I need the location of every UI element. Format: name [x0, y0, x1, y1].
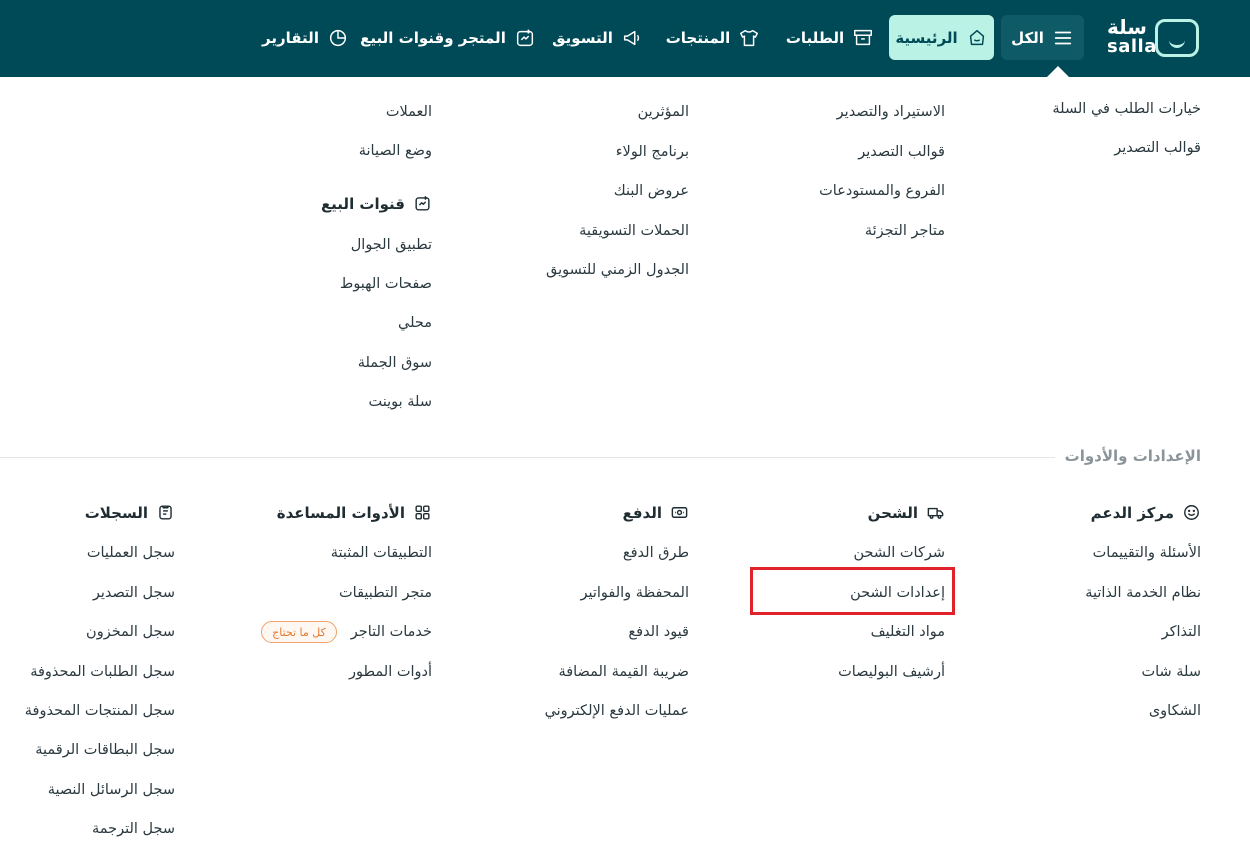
nav-all-button[interactable]: الكل	[1001, 15, 1084, 60]
menu-link-import-export[interactable]: الاستيراد والتصدير	[837, 102, 945, 122]
menu-link-questions-reviews[interactable]: الأسئلة والتقييمات	[1093, 543, 1201, 563]
menu-link-deleted-orders-log[interactable]: سجل الطلبات المحذوفة	[30, 662, 175, 682]
logo-mark-icon	[1155, 19, 1199, 57]
menu-link-operations-log[interactable]: سجل العمليات	[87, 543, 175, 563]
nav-home-button[interactable]: الرئيسية	[889, 15, 994, 60]
heading-sales-channels-label: قنوات البيع	[320, 194, 405, 213]
pie-chart-icon	[329, 29, 347, 46]
merchant-services-badge: كل ما تحتاج	[261, 621, 337, 643]
menu-link-tickets[interactable]: التذاكر	[1162, 622, 1201, 642]
heading-support-center-label: مركز الدعم	[1090, 503, 1174, 522]
menu-link-complaints[interactable]: الشكاوى	[1149, 701, 1201, 721]
home-icon	[969, 29, 984, 45]
store-icon	[516, 28, 533, 46]
heading-payment: الدفع	[622, 503, 689, 522]
menu-link-bank-offers[interactable]: عروض البنك	[614, 181, 689, 201]
highlight-box-shipping-settings	[750, 567, 955, 615]
menu-link-wallet-invoices[interactable]: المحفظة والفواتير	[580, 583, 689, 603]
heading-helper-tools-label: الأدوات المساعدة	[276, 503, 405, 522]
heading-support-center: مركز الدعم	[1091, 503, 1201, 522]
truck-icon	[927, 507, 944, 519]
nav-products-label: المنتجات	[665, 28, 731, 47]
menu-link-landing-pages[interactable]: صفحات الهبوط	[340, 274, 432, 294]
menu-link-sms-log[interactable]: سجل الرسائل النصية	[48, 780, 175, 800]
heading-sales-channels: قنوات البيع	[321, 194, 432, 213]
menu-pointer	[1047, 66, 1069, 77]
tshirt-icon	[740, 29, 759, 46]
menu-link-vat[interactable]: ضريبة القيمة المضافة	[558, 662, 689, 682]
nav-store-label: المتجر وقنوات البيع	[360, 28, 506, 47]
menu-link-payment-restrictions[interactable]: قيود الدفع	[628, 622, 689, 642]
cash-icon	[671, 507, 688, 518]
menu-link-translation-log[interactable]: سجل الترجمة	[92, 819, 175, 839]
menu-link-developer-tools[interactable]: أدوات المطور	[349, 662, 432, 682]
menu-link-salla-point[interactable]: سلة بوينت	[368, 392, 432, 412]
grid-icon	[415, 505, 430, 520]
menu-link-shipping-companies[interactable]: شركات الشحن	[853, 543, 945, 563]
heading-logs-label: السجلات	[84, 503, 148, 522]
menu-link-waybill-archive[interactable]: أرشيف البوليصات	[838, 662, 945, 682]
menu-link-maintenance-mode[interactable]: وضع الصيانة	[359, 141, 432, 161]
logo-text-en: salla	[1107, 36, 1157, 57]
nav-reports-label: التقارير	[262, 28, 319, 47]
menu-link-branches-warehouses[interactable]: الفروع والمستودعات	[819, 181, 945, 201]
menu-link-installed-apps[interactable]: التطبيقات المثبتة	[331, 543, 432, 563]
menu-link-marketing-schedule[interactable]: الجدول الزمني للتسويق	[546, 260, 689, 280]
section-divider	[0, 457, 1055, 458]
menu-link-payment-methods[interactable]: طرق الدفع	[623, 543, 689, 563]
heading-shipping-label: الشحن	[867, 503, 918, 522]
smiley-icon	[1184, 505, 1199, 520]
menu-link-merchant-services[interactable]: خدمات التاجر	[351, 622, 432, 642]
logo-text-ar: سلة	[1107, 15, 1147, 39]
menu-link-e-payment-operations[interactable]: عمليات الدفع الإلكتروني	[545, 701, 689, 721]
menu-link-inventory-log[interactable]: سجل المخزون	[86, 622, 175, 642]
menu-link-currencies[interactable]: العملات	[386, 102, 432, 122]
menu-link-export-templates[interactable]: قوالب التصدير	[1114, 138, 1201, 158]
menu-link-retail-stores[interactable]: متاجر التجزئة	[865, 221, 945, 241]
heading-logs: السجلات	[85, 503, 175, 522]
nav-orders-label: الطلبات	[785, 28, 845, 47]
menu-link-export-log[interactable]: سجل التصدير	[93, 583, 175, 603]
menu-link-wholesale-market[interactable]: سوق الجملة	[358, 353, 432, 373]
heading-payment-label: الدفع	[622, 503, 662, 522]
menu-link-packaging-materials[interactable]: مواد التغليف	[871, 622, 945, 642]
nav-all-label: الكل	[1011, 28, 1044, 47]
nav-orders-button[interactable]: الطلبات	[780, 15, 880, 60]
menu-link-mahally[interactable]: محلي	[398, 313, 432, 333]
clipboard-icon	[159, 505, 172, 520]
menu-link-digital-cards-log[interactable]: سجل البطاقات الرقمية	[35, 740, 175, 760]
megaphone-icon	[623, 30, 640, 45]
box-icon	[854, 29, 873, 45]
menu-link-campaigns[interactable]: الحملات التسويقية	[579, 221, 689, 241]
menu-link-cart-order-options[interactable]: خيارات الطلب في السلة	[1052, 99, 1201, 119]
menu-link-influencers[interactable]: المؤثرين	[638, 102, 689, 122]
menu-link-self-service[interactable]: نظام الخدمة الذاتية	[1085, 583, 1201, 603]
menu-link-loyalty-program[interactable]: برنامج الولاء	[616, 142, 689, 162]
salla-logo[interactable]: سلة salla	[1105, 15, 1201, 60]
section-title-settings-tools: الإعدادات والأدوات	[1064, 447, 1201, 465]
menu-link-mobile-app[interactable]: تطبيق الجوال	[351, 235, 432, 255]
menu-link-app-store[interactable]: متجر التطبيقات	[339, 583, 432, 603]
heading-shipping: الشحن	[868, 503, 945, 522]
menu-link-export-templates-2[interactable]: قوالب التصدير	[858, 142, 945, 162]
nav-home-label: الرئيسية	[895, 28, 958, 47]
menu-link-deleted-products-log[interactable]: سجل المنتجات المحذوفة	[25, 701, 175, 721]
nav-store-button[interactable]: المتجر وقنوات البيع	[360, 15, 534, 60]
nav-reports-button[interactable]: التقارير	[258, 15, 353, 60]
heading-helper-tools: الأدوات المساعدة	[277, 503, 432, 522]
store-icon	[415, 195, 430, 211]
nav-marketing-button[interactable]: التسويق	[545, 15, 650, 60]
menu-link-salla-chat[interactable]: سلة شات	[1141, 662, 1201, 682]
nav-marketing-label: التسويق	[552, 28, 613, 47]
top-navbar: سلة salla الكل الرئيسية الطلبات المنتجات…	[0, 0, 1250, 77]
menu-icon	[1054, 31, 1072, 44]
nav-products-button[interactable]: المنتجات	[658, 15, 768, 60]
